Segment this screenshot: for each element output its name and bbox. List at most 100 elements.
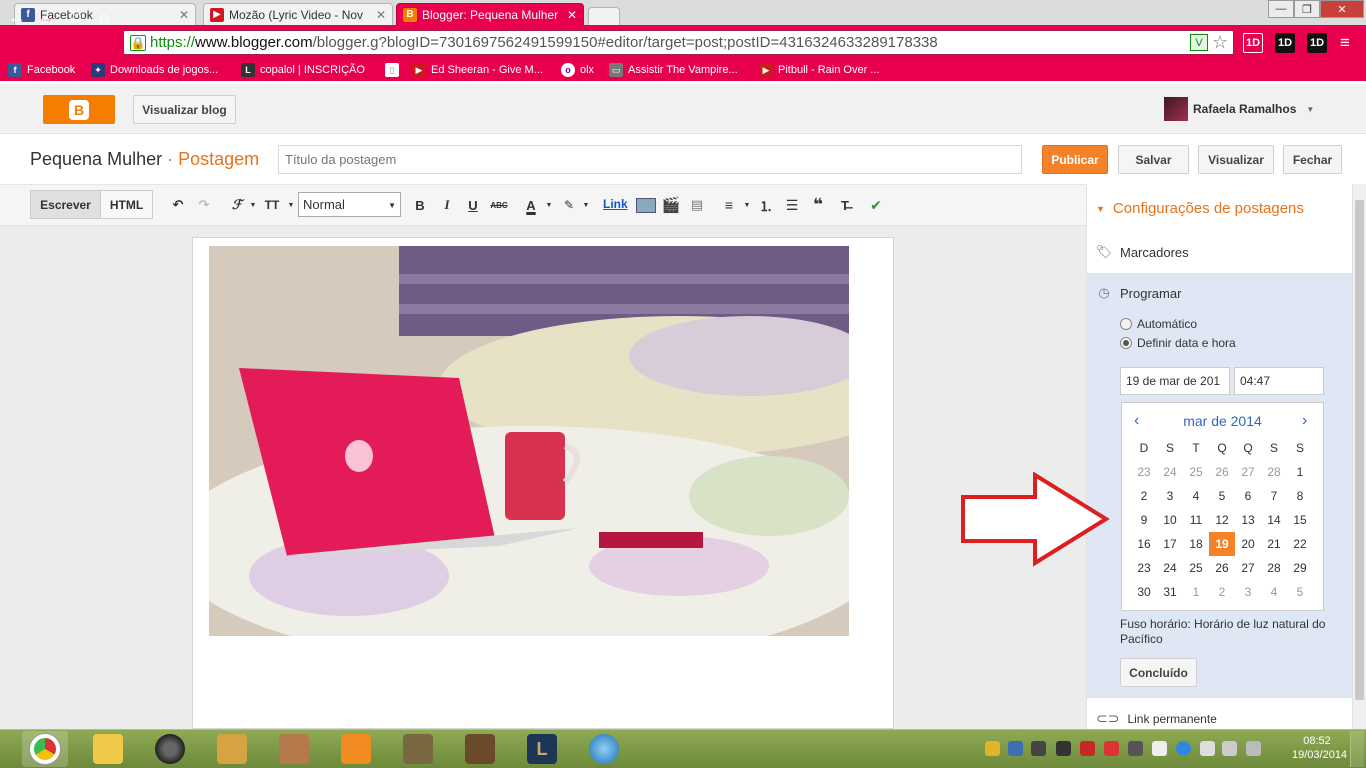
- calendar-day[interactable]: 18: [1183, 532, 1209, 556]
- bold-icon[interactable]: B: [411, 196, 429, 214]
- bookmark-vampire[interactable]: ▭ Assistir The Vampire...: [609, 63, 738, 77]
- maximize-icon[interactable]: ❐: [1294, 0, 1320, 18]
- italic-icon[interactable]: I: [438, 196, 456, 214]
- calendar-day[interactable]: 29: [1287, 556, 1313, 580]
- explorer-taskbar-button[interactable]: [85, 731, 131, 767]
- chrome-taskbar-button[interactable]: [22, 731, 68, 767]
- paragraph-format-select[interactable]: Normal ▼: [298, 192, 401, 217]
- calendar-day[interactable]: 25: [1183, 556, 1209, 580]
- clear-formatting-icon[interactable]: T̶: [836, 196, 854, 214]
- menu-icon[interactable]: ≡: [1340, 33, 1350, 53]
- app-taskbar-button[interactable]: [209, 731, 255, 767]
- insert-image-icon[interactable]: [636, 198, 656, 213]
- calendar-day[interactable]: 12: [1209, 508, 1235, 532]
- close-window-icon[interactable]: ✕: [1320, 0, 1364, 18]
- forward-icon[interactable]: →: [34, 5, 58, 29]
- calendar-day[interactable]: 25: [1183, 460, 1209, 484]
- scrollbar[interactable]: [1352, 184, 1366, 729]
- game-taskbar-button[interactable]: [271, 731, 317, 767]
- calendar-day[interactable]: 28: [1261, 556, 1287, 580]
- insert-video-icon[interactable]: 🎬: [662, 196, 681, 214]
- close-tab-icon[interactable]: ✕: [567, 8, 577, 22]
- extension-1d-icon[interactable]: 1D: [1243, 33, 1263, 53]
- calendar-day-selected[interactable]: 19: [1209, 532, 1235, 556]
- calendar-day[interactable]: 6: [1235, 484, 1261, 508]
- scrollbar-thumb[interactable]: [1355, 200, 1364, 700]
- post-settings-header[interactable]: ▼ Configurações de postagens: [1096, 200, 1304, 217]
- close-button[interactable]: Fechar: [1283, 145, 1342, 174]
- calendar-day[interactable]: 5: [1209, 484, 1235, 508]
- text-color-icon[interactable]: A: [522, 196, 540, 214]
- calendar-day[interactable]: 4: [1183, 484, 1209, 508]
- chevron-down-icon[interactable]: ▼: [577, 196, 595, 214]
- tray-icon[interactable]: [1056, 741, 1071, 756]
- done-button[interactable]: Concluído: [1120, 658, 1197, 687]
- set-date-radio[interactable]: Definir data e hora: [1120, 336, 1236, 350]
- bulleted-list-icon[interactable]: ☰: [783, 196, 801, 214]
- calendar-day[interactable]: 9: [1131, 508, 1157, 532]
- player-taskbar-button[interactable]: [333, 731, 379, 767]
- close-tab-icon[interactable]: ✕: [376, 8, 386, 22]
- bookmark-downloads[interactable]: ✦ Downloads de jogos...: [91, 63, 218, 77]
- calendar-day[interactable]: 17: [1157, 532, 1183, 556]
- undo-icon[interactable]: ↶: [169, 196, 187, 214]
- back-icon[interactable]: ←: [5, 5, 29, 29]
- previous-month-icon[interactable]: ‹: [1134, 412, 1139, 430]
- clock[interactable]: 08:52 19/03/2014: [1292, 734, 1347, 762]
- tray-icon[interactable]: [1246, 741, 1261, 756]
- tab-compose[interactable]: Escrever: [30, 190, 101, 219]
- bookmark-star-icon[interactable]: ☆: [1212, 32, 1228, 53]
- calendar-day[interactable]: 13: [1235, 508, 1261, 532]
- tray-icon[interactable]: [1080, 741, 1095, 756]
- calendar-day[interactable]: 4: [1261, 580, 1287, 604]
- tray-icon[interactable]: [1031, 741, 1046, 756]
- new-tab-button[interactable]: [588, 7, 620, 25]
- calendar-day[interactable]: 26: [1209, 460, 1235, 484]
- calendar-day[interactable]: 3: [1157, 484, 1183, 508]
- preview-button[interactable]: Visualizar: [1198, 145, 1274, 174]
- chevron-down-icon[interactable]: ▼: [540, 196, 558, 214]
- view-blog-button[interactable]: Visualizar blog: [133, 95, 236, 124]
- calendar-day[interactable]: 2: [1131, 484, 1157, 508]
- calendar-day[interactable]: 7: [1261, 484, 1287, 508]
- calendar-day[interactable]: 28: [1261, 460, 1287, 484]
- publish-button[interactable]: Publicar: [1042, 145, 1108, 174]
- time-input[interactable]: 04:47: [1234, 367, 1324, 395]
- post-title-input[interactable]: [278, 145, 1022, 174]
- bookmark-page[interactable]: ▯: [385, 63, 404, 77]
- calendar-day[interactable]: 31: [1157, 580, 1183, 604]
- tray-icon[interactable]: [1104, 741, 1119, 756]
- calendar-day[interactable]: 26: [1209, 556, 1235, 580]
- shield-extension-icon[interactable]: V: [1190, 34, 1208, 51]
- schedule-section[interactable]: ◷ Programar: [1096, 285, 1181, 301]
- minimize-icon[interactable]: —: [1268, 0, 1294, 18]
- link-button[interactable]: Link: [603, 197, 628, 211]
- align-icon[interactable]: ≡: [720, 196, 738, 214]
- calendar-day[interactable]: 1: [1287, 460, 1313, 484]
- blogger-logo[interactable]: B: [43, 95, 115, 124]
- date-input[interactable]: 19 de mar de 201: [1120, 367, 1230, 395]
- quote-icon[interactable]: ❝: [809, 195, 827, 214]
- calendar-day[interactable]: 8: [1287, 484, 1313, 508]
- tray-icon[interactable]: [1176, 741, 1191, 756]
- chevron-down-icon[interactable]: ▼: [738, 196, 756, 214]
- home-icon[interactable]: ⌂: [92, 5, 116, 29]
- calendar-day[interactable]: 1: [1183, 580, 1209, 604]
- automatic-radio[interactable]: Automático: [1120, 317, 1197, 331]
- browser-taskbar-button[interactable]: [581, 731, 627, 767]
- calendar-day[interactable]: 22: [1287, 532, 1313, 556]
- strikethrough-icon[interactable]: ABC: [490, 196, 508, 214]
- next-month-icon[interactable]: ›: [1302, 412, 1307, 430]
- chevron-down-icon[interactable]: ▼: [244, 196, 262, 214]
- bookmark-olx[interactable]: o olx: [561, 63, 594, 77]
- permalink-section[interactable]: ⊂⊃ Link permanente: [1096, 710, 1217, 727]
- media-taskbar-button[interactable]: [147, 731, 193, 767]
- calendar-day[interactable]: 14: [1261, 508, 1287, 532]
- calendar-day[interactable]: 16: [1131, 532, 1157, 556]
- calendar-day[interactable]: 5: [1287, 580, 1313, 604]
- calendar-day[interactable]: 27: [1235, 556, 1261, 580]
- calendar-day[interactable]: 21: [1261, 532, 1287, 556]
- reload-icon[interactable]: ↻: [63, 5, 87, 29]
- font-size-icon[interactable]: TT: [263, 196, 281, 214]
- bookmark-facebook[interactable]: f Facebook: [8, 63, 75, 77]
